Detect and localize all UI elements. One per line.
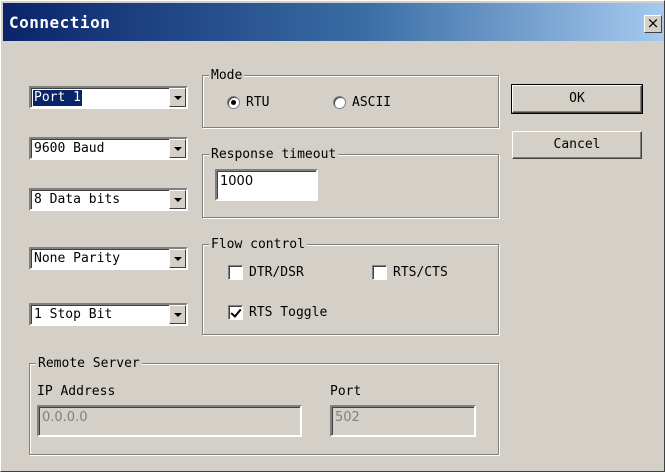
window-title: Connection [9,13,111,32]
flow-control-legend: Flow control [209,237,307,252]
chevron-down-icon[interactable] [169,139,186,158]
flow-option-label: RTS Toggle [249,304,328,320]
close-icon[interactable]: × [644,15,662,33]
parity-select[interactable]: None Parity [29,247,188,270]
data-bits-select-value: 8 Data bits [34,192,121,207]
radio-unselected-icon[interactable] [333,95,346,109]
checkbox-checked-icon[interactable] [228,304,243,320]
stop-bits-select[interactable]: 1 Stop Bit [29,303,188,326]
flow-option-label: DTR/DSR [249,264,304,280]
connection-dialog: Connection × Port 1 9600 Baud 8 Data bit… [0,0,665,472]
chevron-down-icon[interactable] [169,190,186,209]
checkbox-unchecked-icon[interactable] [372,264,387,280]
chevron-down-icon[interactable] [169,88,186,107]
remote-server-legend: Remote Server [36,356,142,371]
stop-bits-select-value: 1 Stop Bit [34,307,113,322]
remote-server-group: Remote Server IP Address 0.0.0.0 Port 50… [29,356,499,455]
mode-option-label: ASCII [352,94,392,110]
baud-select[interactable]: 9600 Baud [29,137,188,160]
chevron-down-icon[interactable] [169,305,186,324]
response-timeout-legend: Response timeout [209,147,339,162]
mode-option-label: RTU [246,94,270,110]
flow-option-rts-toggle[interactable]: RTS Toggle [228,303,327,321]
ok-button[interactable]: OK [511,84,643,114]
response-timeout-group: Response timeout 1000 [202,147,499,218]
cancel-button[interactable]: Cancel [512,131,642,159]
mode-group: Mode RTU ASCII [202,68,499,128]
ip-address-input: 0.0.0.0 [37,405,302,437]
baud-select-value: 9600 Baud [34,141,105,156]
radio-selected-icon[interactable] [227,95,240,109]
remote-port-label: Port [330,384,362,399]
response-timeout-input[interactable]: 1000 [215,169,318,201]
mode-option-rtu[interactable]: RTU [227,93,269,111]
flow-option-label: RTS/CTS [393,264,448,280]
port-select[interactable]: Port 1 [29,86,188,109]
ip-address-label: IP Address [37,384,116,399]
flow-option-rts-cts[interactable]: RTS/CTS [372,263,448,281]
data-bits-select[interactable]: 8 Data bits [29,188,188,211]
mode-option-ascii[interactable]: ASCII [333,93,391,111]
flow-option-dtr-dsr[interactable]: DTR/DSR [228,263,304,281]
title-bar[interactable]: Connection × [3,3,664,41]
parity-select-value: None Parity [34,251,121,266]
remote-port-input: 502 [330,405,476,437]
flow-control-group: Flow control DTR/DSR RTS/CTS RTS Toggle [202,237,499,335]
port-select-value: Port 1 [32,89,83,107]
chevron-down-icon[interactable] [169,249,186,268]
checkbox-unchecked-icon[interactable] [228,264,243,280]
mode-legend: Mode [209,68,245,83]
